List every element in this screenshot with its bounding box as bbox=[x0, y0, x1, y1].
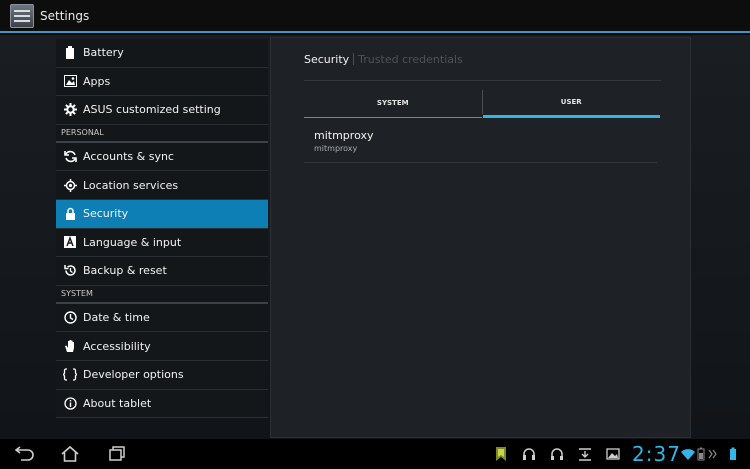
settings-app-icon[interactable] bbox=[10, 3, 34, 28]
download-notification-icon[interactable] bbox=[577, 446, 593, 462]
chevron-right-icon bbox=[707, 446, 719, 462]
detail-pane: Security Trusted credentials SYSTEM USER… bbox=[270, 37, 691, 438]
sidebar-item-label: Developer options bbox=[83, 368, 184, 382]
tab-user[interactable]: USER bbox=[482, 88, 660, 118]
sidebar-item-label: Security bbox=[83, 207, 129, 221]
breadcrumb-separator bbox=[353, 53, 355, 65]
breadcrumb-current[interactable]: Security bbox=[304, 53, 349, 66]
wifi-icon bbox=[680, 446, 696, 462]
recent-apps-icon bbox=[109, 446, 125, 461]
sidebar-item-label: Battery bbox=[83, 46, 124, 60]
system-bar: 2:37 bbox=[0, 439, 750, 469]
status-clock[interactable]: 2:37 bbox=[632, 442, 681, 466]
bookmark-notification-icon[interactable] bbox=[493, 446, 509, 462]
back-icon bbox=[14, 446, 34, 461]
sidebar-item-label: About tablet bbox=[83, 396, 152, 410]
sidebar-item-label: Date & time bbox=[83, 311, 150, 325]
battery-level-icon bbox=[722, 446, 744, 462]
backup-icon bbox=[63, 264, 77, 278]
sidebar-item-label: Accounts & sync bbox=[83, 150, 174, 164]
sync-icon bbox=[63, 150, 77, 164]
braces-icon bbox=[63, 368, 77, 382]
sidebar-item-accounts[interactable]: Accounts & sync bbox=[56, 142, 268, 172]
sidebar-item-location[interactable]: Location services bbox=[56, 171, 268, 200]
sidebar-item-accessibility[interactable]: Accessibility bbox=[56, 332, 268, 361]
sidebar-item-label: Backup & reset bbox=[83, 264, 167, 278]
sidebar-item-label: Apps bbox=[83, 74, 111, 88]
sidebar-item-label: Accessibility bbox=[83, 339, 151, 353]
battery-status-icon bbox=[695, 446, 707, 462]
info-icon bbox=[63, 396, 77, 410]
sidebar-item-label: ASUS customized setting bbox=[83, 103, 221, 117]
back-button[interactable] bbox=[12, 444, 36, 464]
section-header-personal: PERSONAL bbox=[56, 124, 268, 143]
sidebar-item-developer[interactable]: Developer options bbox=[56, 360, 268, 390]
sidebar-item-datetime[interactable]: Date & time bbox=[56, 303, 268, 333]
language-icon bbox=[63, 235, 77, 249]
sidebar-item-security[interactable]: Security bbox=[56, 199, 268, 229]
tab-system[interactable]: SYSTEM bbox=[304, 88, 482, 118]
breadcrumb-divider bbox=[304, 80, 661, 81]
sidebar-item-battery[interactable]: Battery bbox=[56, 39, 268, 68]
credential-title: mitmproxy bbox=[314, 129, 374, 142]
headphones-notification-icon[interactable] bbox=[549, 446, 565, 462]
location-icon bbox=[63, 178, 77, 192]
section-header-system: SYSTEM bbox=[56, 285, 268, 304]
recent-apps-button[interactable] bbox=[105, 444, 129, 464]
settings-list: Battery Apps ASUS customized setting PERSON… bbox=[56, 39, 268, 434]
credential-subtitle: mitmproxy bbox=[314, 144, 358, 153]
screenshot-notification-icon[interactable] bbox=[605, 446, 621, 462]
sidebar-item-backup[interactable]: Backup & reset bbox=[56, 257, 268, 286]
action-bar: Settings bbox=[0, 0, 750, 33]
headset-notification-icon[interactable] bbox=[521, 446, 537, 462]
credential-row[interactable]: mitmproxy mitmproxy bbox=[304, 126, 657, 163]
breadcrumb: Security Trusted credentials bbox=[304, 52, 463, 66]
sidebar-item-asus[interactable]: ASUS customized setting bbox=[56, 96, 268, 125]
sidebar-item-label: Location services bbox=[83, 178, 179, 192]
apps-icon bbox=[63, 74, 77, 88]
sidebar-item-apps[interactable]: Apps bbox=[56, 67, 268, 97]
breadcrumb-next: Trusted credentials bbox=[358, 52, 463, 66]
battery-icon bbox=[63, 46, 77, 60]
home-icon bbox=[61, 445, 79, 462]
credential-tabs: SYSTEM USER bbox=[304, 88, 660, 118]
sidebar-item-language[interactable]: Language & input bbox=[56, 228, 268, 258]
sidebar-item-about[interactable]: About tablet bbox=[56, 389, 268, 419]
home-button[interactable] bbox=[58, 444, 82, 464]
lock-icon bbox=[63, 207, 77, 221]
app-title: Settings bbox=[40, 8, 90, 23]
sidebar-item-label: Language & input bbox=[83, 235, 182, 249]
hand-icon bbox=[63, 339, 77, 353]
clock-icon bbox=[63, 311, 77, 325]
gear-icon bbox=[63, 103, 77, 117]
